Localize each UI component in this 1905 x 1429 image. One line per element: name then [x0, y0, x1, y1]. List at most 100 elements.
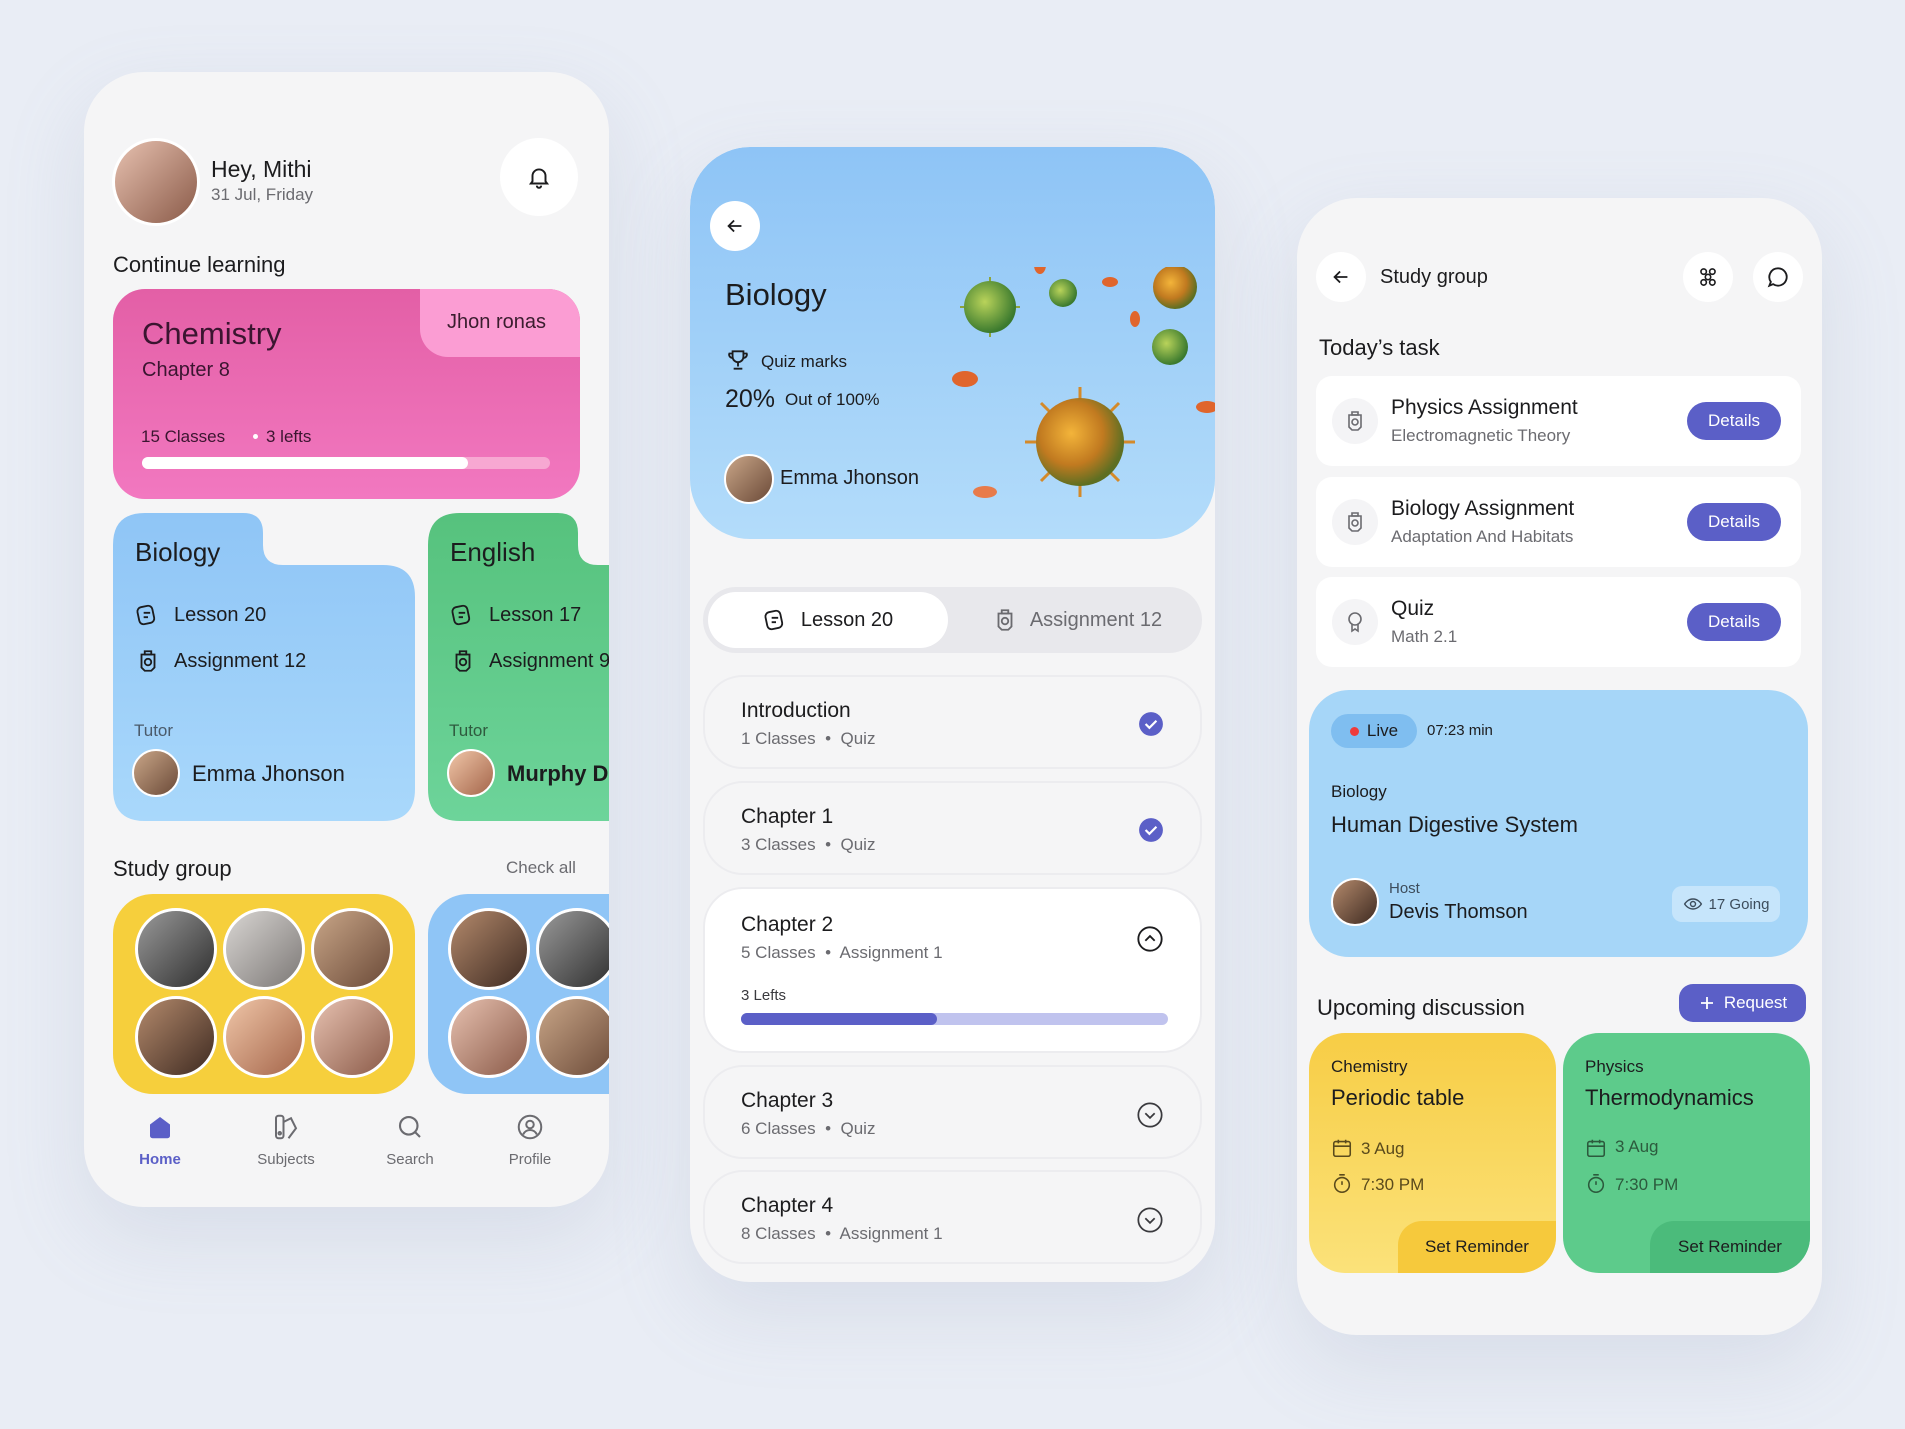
back-button[interactable]: [710, 201, 760, 251]
discussion-date: 3 Aug: [1361, 1139, 1405, 1158]
chevron-down-icon[interactable]: [1136, 1101, 1164, 1129]
chevron-up-icon[interactable]: [1136, 925, 1164, 953]
chapter-type: Assignment 1: [839, 1224, 943, 1243]
discussion-card[interactable]: Physics Thermodynamics 3 Aug 7:30 PM Set…: [1563, 1033, 1810, 1273]
details-button[interactable]: Details: [1687, 503, 1781, 541]
chapter-classes: 8 Classes: [741, 1224, 816, 1243]
card-title: Biology: [135, 537, 221, 567]
task-title: Quiz: [1391, 597, 1435, 620]
set-reminder-button[interactable]: Set Reminder: [1398, 1221, 1556, 1273]
discussion-subject: Chemistry: [1331, 1057, 1408, 1076]
tutor-label: Tutor: [134, 721, 174, 740]
chevron-down-icon[interactable]: [1136, 1206, 1164, 1234]
live-session-card[interactable]: Live 07:23 min Biology Human Digestive S…: [1309, 690, 1808, 957]
task-item[interactable]: Biology Assignment Adaptation And Habita…: [1316, 477, 1801, 567]
user-avatar[interactable]: [112, 138, 200, 226]
discussion-time: 7:30 PM: [1361, 1175, 1425, 1194]
chapter-classes: 6 Classes: [741, 1119, 816, 1138]
search-icon: [395, 1112, 425, 1142]
chapter-meta: 1 Classes • Quiz: [741, 729, 876, 748]
task-subtitle: Electromagnetic Theory: [1391, 426, 1571, 445]
subject-title: Biology: [725, 277, 827, 312]
quiz-icon: [1332, 599, 1378, 645]
card-assignment: Assignment 9: [489, 650, 609, 672]
nav-label: Home: [139, 1151, 181, 1168]
bell-icon: [526, 164, 552, 190]
greeting: Hey, Mithi: [211, 156, 312, 182]
home-screen: Hey, Mithi 31 Jul, Friday Continue learn…: [84, 72, 609, 1207]
chat-button[interactable]: [1753, 252, 1803, 302]
nav-home[interactable]: Home: [124, 1112, 196, 1182]
eye-icon: [1683, 894, 1703, 914]
plus-icon: [1698, 994, 1716, 1012]
course-chapter: Chapter 8: [142, 359, 230, 381]
task-item[interactable]: Quiz Math 2.1 Details: [1316, 577, 1801, 667]
card-tutor: Murphy D: [507, 761, 609, 786]
chapter-meta: 5 Classes • Assignment 1: [741, 943, 943, 962]
notification-button[interactable]: [500, 138, 578, 216]
chapter-meta: 6 Classes • Quiz: [741, 1119, 876, 1138]
chapter-item[interactable]: Chapter 1 3 Classes • Quiz: [703, 781, 1202, 875]
member-avatar: [311, 908, 393, 990]
member-avatar: [311, 996, 393, 1078]
study-group-card[interactable]: [428, 894, 609, 1094]
request-button[interactable]: Request: [1679, 984, 1806, 1022]
chapter-meta: 3 Classes • Quiz: [741, 835, 876, 854]
chapter-item[interactable]: Chapter 4 8 Classes • Assignment 1: [703, 1170, 1202, 1264]
profile-icon: [515, 1112, 545, 1142]
request-label: Request: [1723, 993, 1788, 1012]
chapter-meta: 8 Classes • Assignment 1: [741, 1224, 943, 1243]
member-avatar: [448, 996, 530, 1078]
task-subtitle: Adaptation And Habitats: [1391, 527, 1574, 546]
assignment-icon: [450, 648, 476, 674]
tab-label: Lesson 20: [800, 608, 894, 631]
card-assignment: Assignment 12: [174, 650, 307, 672]
card-lesson: Lesson 17: [489, 604, 582, 626]
nav-label: Subjects: [257, 1151, 315, 1168]
subject-card-biology[interactable]: Biology Lesson 20 Assignment 12 Tutor Em…: [113, 513, 415, 821]
study-group-card[interactable]: [113, 894, 415, 1094]
today-title: Today’s task: [1319, 335, 1440, 360]
task-item[interactable]: Physics Assignment Electromagnetic Theor…: [1316, 376, 1801, 466]
tab-lessons[interactable]: Lesson 20: [708, 592, 948, 648]
discussion-time: 7:30 PM: [1615, 1175, 1679, 1194]
tutor-avatar: [132, 749, 180, 797]
chapter-progress-track: [741, 1013, 1168, 1025]
chapter-classes: 3 Classes: [741, 835, 816, 854]
member-avatar: [536, 996, 609, 1078]
check-all-link[interactable]: Check all: [506, 858, 576, 878]
chapter-item[interactable]: Chapter 3 6 Classes • Quiz: [703, 1065, 1202, 1159]
nav-search[interactable]: Search: [374, 1112, 446, 1182]
task-title: Biology Assignment: [1391, 497, 1575, 520]
subject-header: Biology Quiz marks 20% Out of 100% Emma …: [690, 147, 1215, 539]
subject-card-english[interactable]: English Lesson 17 Assignment 9 Tutor Mur…: [428, 513, 609, 821]
arrow-left-icon: [724, 215, 746, 237]
members-button[interactable]: [1683, 252, 1733, 302]
course-card-chemistry[interactable]: Jhon ronas Chemistry Chapter 8 15 Classe…: [113, 289, 580, 499]
details-button[interactable]: Details: [1687, 402, 1781, 440]
tutor-avatar: [447, 749, 495, 797]
trophy-icon: [725, 347, 751, 373]
discussion-card[interactable]: Chemistry Periodic table 3 Aug 7:30 PM S…: [1309, 1033, 1556, 1273]
course-classes: 15 Classes: [141, 427, 226, 446]
quiz-label: Quiz marks: [761, 352, 847, 371]
subjects-icon: [271, 1112, 301, 1142]
chapter-classes: 5 Classes: [741, 943, 816, 962]
live-badge: Live: [1331, 714, 1417, 748]
nav-profile[interactable]: Profile: [494, 1112, 566, 1182]
timer-icon: [1585, 1173, 1607, 1195]
member-avatar: [223, 908, 305, 990]
chapter-type: Assignment 1: [839, 943, 943, 962]
nav-subjects[interactable]: Subjects: [246, 1112, 326, 1182]
details-button[interactable]: Details: [1687, 603, 1781, 641]
set-reminder-button[interactable]: Set Reminder: [1650, 1221, 1810, 1273]
chapter-item-expanded[interactable]: Chapter 2 5 Classes • Assignment 1 3 Lef…: [703, 887, 1202, 1053]
chapter-classes: 1 Classes: [741, 729, 816, 748]
subject-screen: Biology Quiz marks 20% Out of 100% Emma …: [690, 147, 1215, 1282]
back-button[interactable]: [1316, 252, 1366, 302]
virus-illustration: [952, 267, 1215, 498]
chapter-item[interactable]: Introduction 1 Classes • Quiz: [703, 675, 1202, 769]
tab-assignments[interactable]: Assignment 12: [957, 592, 1197, 648]
member-avatar: [135, 908, 217, 990]
course-title: Chemistry: [142, 316, 282, 351]
